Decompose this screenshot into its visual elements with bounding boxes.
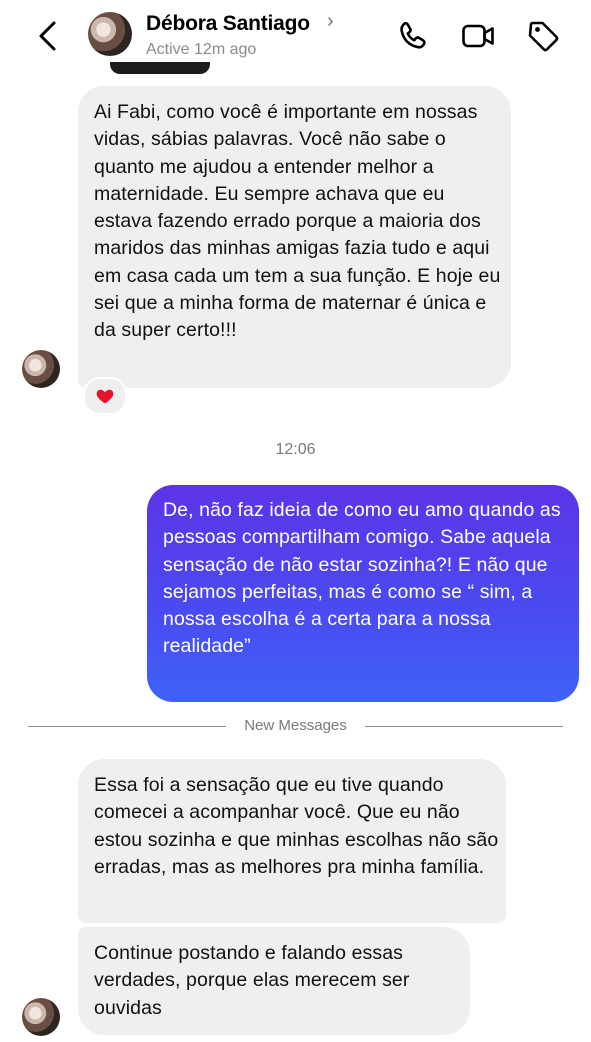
incoming-message[interactable]: Essa foi a sensação que eu tive quando c… bbox=[78, 759, 506, 923]
message-text: Essa foi a sensação que eu tive quando c… bbox=[94, 774, 499, 878]
back-chevron-icon bbox=[39, 21, 56, 51]
phone-icon bbox=[400, 21, 426, 49]
active-status: Active 12m ago bbox=[146, 41, 257, 58]
message-text: Continue postando e falando essas verdad… bbox=[94, 942, 410, 1019]
previous-message-edge bbox=[110, 62, 210, 74]
outgoing-message[interactable]: De, não faz ideia de como eu amo quando … bbox=[147, 485, 579, 702]
tag-button[interactable] bbox=[526, 18, 562, 54]
video-call-button[interactable] bbox=[460, 18, 496, 54]
contact-name[interactable]: Débora Santiago bbox=[146, 12, 310, 36]
sender-avatar[interactable] bbox=[22, 350, 60, 388]
audio-call-button[interactable] bbox=[395, 18, 431, 54]
sender-avatar[interactable] bbox=[22, 998, 60, 1036]
chevron-right-icon[interactable]: › bbox=[327, 10, 334, 33]
heart-icon bbox=[96, 389, 114, 404]
back-button[interactable] bbox=[30, 16, 70, 56]
tag-icon bbox=[528, 21, 559, 52]
chat-header: Débora Santiago › Active 12m ago bbox=[0, 0, 591, 74]
incoming-message[interactable]: Continue postando e falando essas verdad… bbox=[78, 927, 470, 1035]
contact-avatar[interactable] bbox=[88, 12, 132, 56]
message-text: De, não faz ideia de como eu amo quando … bbox=[163, 499, 561, 658]
video-camera-icon bbox=[462, 24, 494, 48]
message-text: Ai Fabi, como você é importante em nossa… bbox=[94, 101, 501, 342]
message-reaction[interactable] bbox=[83, 377, 127, 415]
incoming-message[interactable]: Ai Fabi, como você é importante em nossa… bbox=[78, 86, 511, 388]
divider-line bbox=[365, 726, 563, 727]
message-timestamp: 12:06 bbox=[275, 441, 316, 458]
new-messages-divider: New Messages bbox=[28, 715, 563, 737]
